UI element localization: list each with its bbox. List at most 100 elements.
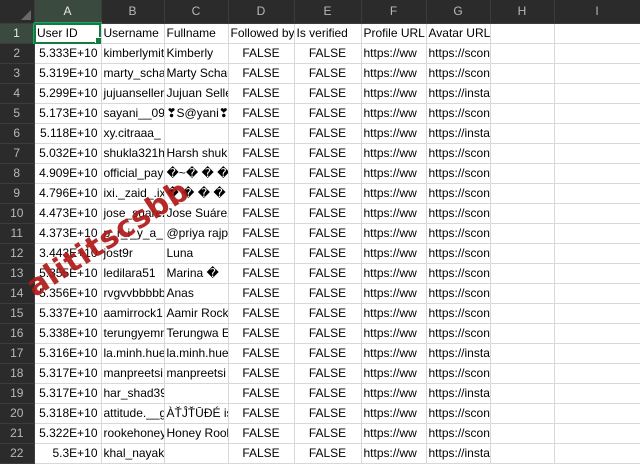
cell-avatar-url[interactable]: https://scontent-hkg4-2.cdninstagram.com (426, 183, 491, 204)
cell-i[interactable] (554, 383, 640, 404)
cell-username[interactable]: manpreetsi (101, 363, 165, 384)
cell-followed-by[interactable]: FALSE (228, 63, 295, 84)
cell-username[interactable]: Username (101, 23, 165, 44)
cell-fullname[interactable]: Marina � (164, 263, 229, 284)
cell-username[interactable]: la.minh.hue (101, 343, 165, 364)
cell-avatar-url[interactable]: https://scontent-hkg4-2.cdninstagram.com (426, 283, 491, 304)
cell-i[interactable] (554, 103, 640, 124)
cell-followed-by[interactable]: FALSE (228, 203, 295, 224)
cell-user-id[interactable]: 5.118E+10 (34, 123, 102, 144)
cell-i[interactable] (554, 263, 640, 284)
cell-fullname[interactable]: Aamir Rock (164, 303, 229, 324)
cell-profile-url[interactable]: https://ww (361, 363, 427, 384)
cell-fullname[interactable]: � � � � � (164, 183, 229, 204)
cell-avatar-url[interactable]: https://scontent-hkg4-1.cdninstagram.com (426, 263, 491, 284)
cell-is-verified[interactable]: FALSE (294, 423, 362, 444)
cell-avatar-url[interactable]: https://scontent-hkg4-2.cdninstagram.com (426, 243, 491, 264)
cell-is-verified[interactable]: FALSE (294, 43, 362, 64)
cell-followed-by[interactable]: FALSE (228, 343, 295, 364)
cell-h[interactable] (490, 103, 555, 124)
cell-h[interactable] (490, 23, 555, 44)
cell-h[interactable] (490, 63, 555, 84)
column-header-e[interactable]: E (294, 0, 362, 24)
cell-user-id[interactable]: 4.796E+10 (34, 183, 102, 204)
cell-is-verified[interactable]: FALSE (294, 263, 362, 284)
cell-fullname[interactable]: Fullname (164, 23, 229, 44)
cell-profile-url[interactable]: https://ww (361, 323, 427, 344)
cell-fullname[interactable]: la.minh.hue (164, 343, 229, 364)
row-header[interactable]: 10 (0, 203, 35, 224)
cell-is-verified[interactable]: FALSE (294, 103, 362, 124)
row-header[interactable]: 16 (0, 323, 35, 344)
cell-followed-by[interactable]: FALSE (228, 283, 295, 304)
cell-profile-url[interactable]: https://ww (361, 443, 427, 464)
cell-is-verified[interactable]: FALSE (294, 323, 362, 344)
cell-fullname[interactable] (164, 443, 229, 464)
select-all-corner[interactable] (0, 0, 35, 24)
cell-username[interactable]: jujuanseller (101, 83, 165, 104)
cell-i[interactable] (554, 23, 640, 44)
cell-avatar-url[interactable]: https://scontent-hkg4-1.cdninstagram.com (426, 163, 491, 184)
cell-avatar-url[interactable]: https://scontent-hkg4-1.cdninstagram.com (426, 403, 491, 424)
cell-fullname[interactable]: manpreetsi (164, 363, 229, 384)
row-header[interactable]: 17 (0, 343, 35, 364)
cell-profile-url[interactable]: https://ww (361, 123, 427, 144)
cell-user-id[interactable]: 5.299E+10 (34, 83, 102, 104)
cell-username[interactable]: ledilara51 (101, 263, 165, 284)
cell-username[interactable]: marty_scha (101, 63, 165, 84)
cell-followed-by[interactable]: FALSE (228, 443, 295, 464)
cell-fullname[interactable]: @priya rajp (164, 223, 229, 244)
cell-i[interactable] (554, 83, 640, 104)
row-header[interactable]: 20 (0, 403, 35, 424)
cell-username[interactable]: jose_suarez (101, 203, 165, 224)
cell-profile-url[interactable]: https://ww (361, 303, 427, 324)
cell-avatar-url[interactable]: https://instagram.fnag1-1.fna.fbcdn.net (426, 343, 491, 364)
row-header[interactable]: 8 (0, 163, 35, 184)
cell-followed-by[interactable]: FALSE (228, 323, 295, 344)
row-header[interactable]: 21 (0, 423, 35, 444)
cell-fullname[interactable]: Jose Suárez (164, 203, 229, 224)
cell-profile-url[interactable]: https://ww (361, 163, 427, 184)
cell-is-verified[interactable]: FALSE (294, 83, 362, 104)
row-header[interactable]: 18 (0, 363, 35, 384)
cell-profile-url[interactable]: https://ww (361, 383, 427, 404)
cell-user-id[interactable]: 4.909E+10 (34, 163, 102, 184)
cell-i[interactable] (554, 123, 640, 144)
cell-avatar-url[interactable]: https://instagram.fnag1-1.fna.fbcdn.net (426, 83, 491, 104)
row-header[interactable]: 2 (0, 43, 35, 64)
cell-username[interactable]: xy.citraaa_ (101, 123, 165, 144)
cell-followed-by[interactable]: FALSE (228, 383, 295, 404)
cell-fullname[interactable]: Kimberly (164, 43, 229, 64)
cell-fullname[interactable]: Honey Rook (164, 423, 229, 444)
cell-followed-by[interactable]: FALSE (228, 303, 295, 324)
cell-avatar-url[interactable]: https://scontent-hkg4-1.cdninstagram.com (426, 303, 491, 324)
cell-profile-url[interactable]: https://ww (361, 63, 427, 84)
cell-user-id[interactable]: 5.333E+10 (34, 43, 102, 64)
cell-username[interactable]: aamirrock1 (101, 303, 165, 324)
cell-followed-by[interactable]: FALSE (228, 163, 295, 184)
column-header-i[interactable]: I (554, 0, 640, 24)
cell-profile-url[interactable]: https://ww (361, 143, 427, 164)
cell-avatar-url[interactable]: https://scontent-hkg4-1.cdninstagram.com (426, 323, 491, 344)
cell-followed-by[interactable]: FALSE (228, 423, 295, 444)
cell-username[interactable]: attitude.__g (101, 403, 165, 424)
cell-user-id[interactable]: 5.316E+10 (34, 343, 102, 364)
cell-fullname[interactable] (164, 383, 229, 404)
cell-user-id[interactable]: 5.355E+10 (34, 263, 102, 284)
cell-username[interactable]: official_pay (101, 163, 165, 184)
cell-user-id[interactable]: 5.319E+10 (34, 63, 102, 84)
cell-i[interactable] (554, 223, 640, 244)
cell-fullname[interactable]: Anas (164, 283, 229, 304)
cell-i[interactable] (554, 403, 640, 424)
cell-is-verified[interactable]: FALSE (294, 303, 362, 324)
cell-user-id[interactable]: 5.173E+10 (34, 103, 102, 124)
cell-is-verified[interactable]: FALSE (294, 243, 362, 264)
cell-is-verified[interactable]: FALSE (294, 283, 362, 304)
cell-i[interactable] (554, 423, 640, 444)
cell-user-id[interactable]: 5.337E+10 (34, 303, 102, 324)
cell-i[interactable] (554, 443, 640, 464)
cell-h[interactable] (490, 323, 555, 344)
cell-is-verified[interactable]: FALSE (294, 203, 362, 224)
column-header-h[interactable]: H (490, 0, 555, 24)
cell-user-id[interactable]: 5.356E+10 (34, 283, 102, 304)
